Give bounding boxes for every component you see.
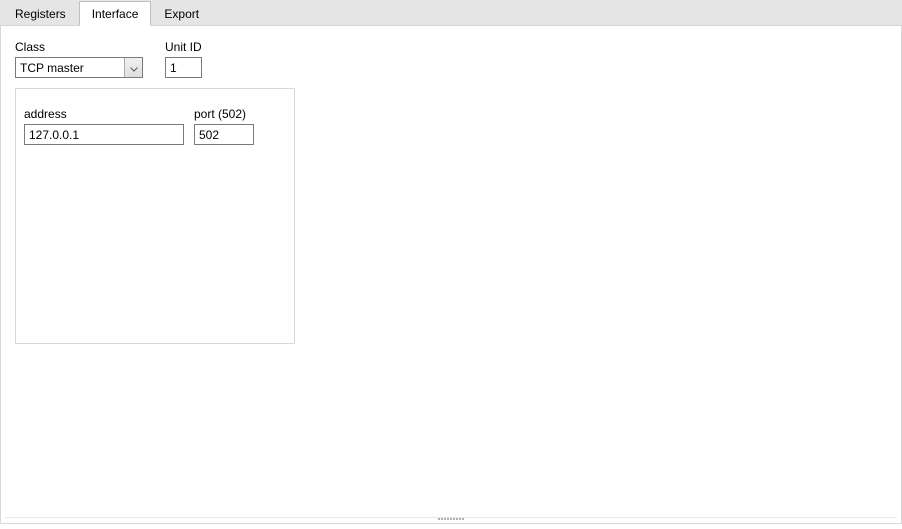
- unit-id-input[interactable]: [165, 57, 202, 78]
- class-label: Class: [15, 40, 143, 54]
- port-input[interactable]: [194, 124, 254, 145]
- tab-export-label: Export: [164, 7, 199, 21]
- bottom-divider: [5, 517, 897, 519]
- panel-row: address port (502): [24, 107, 286, 145]
- address-field-group: address: [24, 107, 184, 145]
- tab-interface-label: Interface: [92, 7, 139, 21]
- address-input[interactable]: [24, 124, 184, 145]
- class-field-group: Class TCP master: [15, 40, 143, 78]
- class-select[interactable]: TCP master: [15, 57, 143, 78]
- port-label: port (502): [194, 107, 254, 121]
- tab-registers[interactable]: Registers: [2, 2, 79, 25]
- top-row: Class TCP master Unit ID: [15, 40, 887, 78]
- tab-bar: Registers Interface Export: [0, 0, 902, 26]
- class-select-value: TCP master: [16, 58, 124, 77]
- chevron-down-icon: [130, 61, 138, 75]
- unit-id-label: Unit ID: [165, 40, 202, 54]
- tab-export[interactable]: Export: [151, 2, 212, 25]
- port-field-group: port (502): [194, 107, 254, 145]
- tab-interface[interactable]: Interface: [79, 1, 152, 26]
- content-pane: Class TCP master Unit ID address port (: [0, 26, 902, 524]
- address-label: address: [24, 107, 184, 121]
- unit-id-field-group: Unit ID: [165, 40, 202, 78]
- tab-registers-label: Registers: [15, 7, 66, 21]
- connection-panel: address port (502): [15, 88, 295, 344]
- class-select-button[interactable]: [124, 58, 142, 77]
